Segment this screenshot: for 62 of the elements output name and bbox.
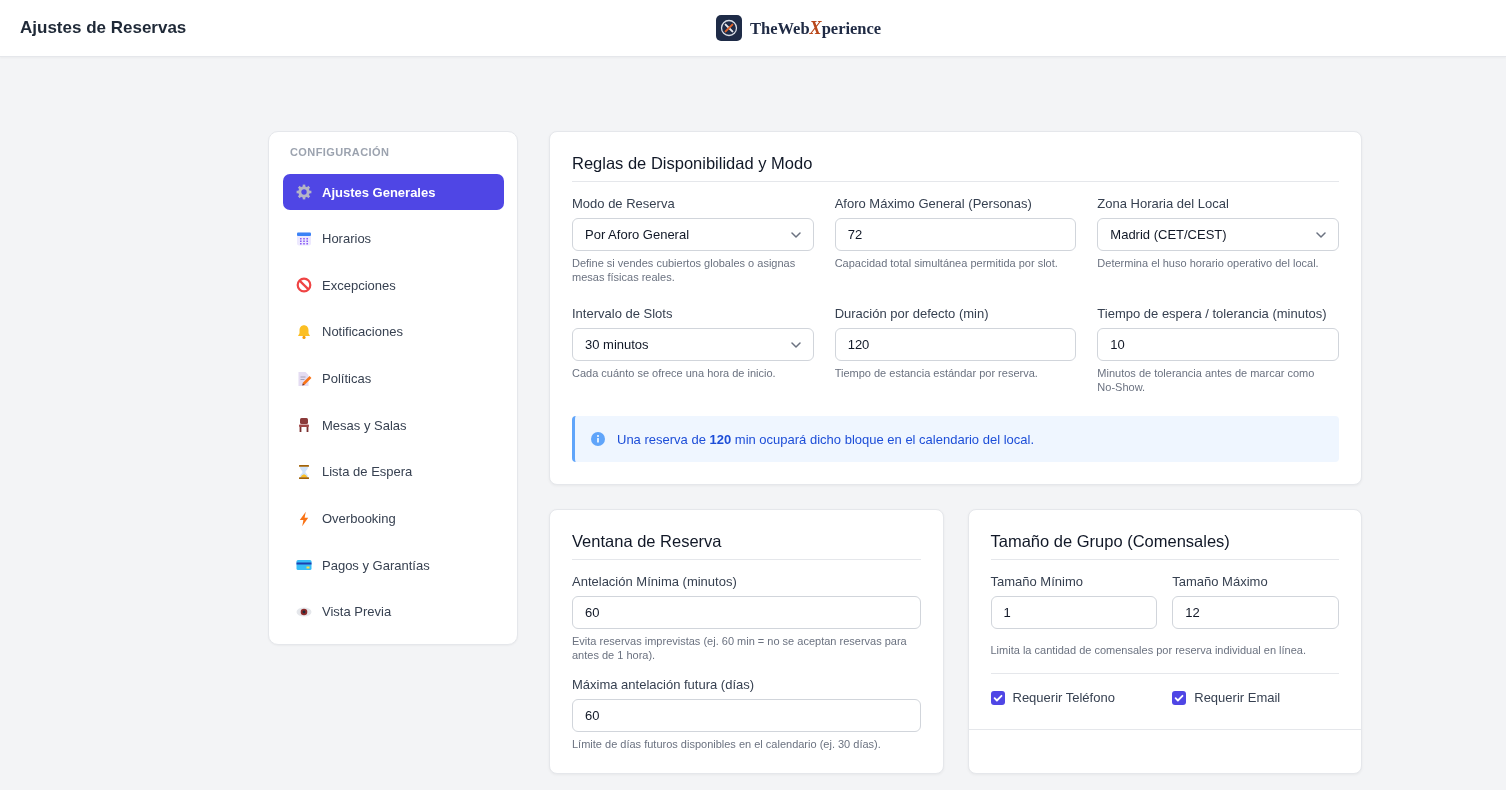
help-text: Capacidad total simultánea permitida por slot.	[834, 256, 1059, 270]
help-text: Cada cuánto se ofrece una hora de inicio.	[572, 366, 777, 380]
field-label: Aforo Máximo General (Personas)	[834, 196, 1032, 212]
hourglass-icon	[296, 463, 312, 480]
field-label: Zona Horaria del Local	[1097, 196, 1229, 212]
document-pencil-icon	[296, 370, 312, 387]
sidebar-item[interactable]: Horarios	[283, 220, 504, 257]
gear-icon	[296, 184, 312, 200]
field-label: Tamaño Máximo	[1172, 574, 1268, 590]
field-label: Tamaño Mínimo	[990, 574, 1083, 590]
chevron-icon	[1316, 231, 1326, 238]
sidebar-item[interactable]: Ajustes Generales	[283, 174, 504, 210]
field-label: Duración por defecto (min)	[834, 306, 989, 322]
logo-icon	[716, 15, 742, 41]
checkbox-label: Requerir Teléfono	[1012, 690, 1115, 705]
help-text: Evita reservas imprevistas (ej. 60 min = no se aceptan reservas para antes de 1 hora).	[572, 634, 908, 662]
text-input[interactable]: 1	[990, 596, 1158, 629]
calendar-icon	[296, 230, 312, 247]
info-icon	[591, 432, 605, 446]
help-text: Determina el huso horario operativo del local.	[1097, 256, 1320, 270]
chevron-icon	[790, 231, 801, 238]
text-input[interactable]: 12	[1172, 596, 1339, 629]
dropdown[interactable]: Madrid (CET/CEST)	[1097, 218, 1339, 251]
text-input[interactable]: 72	[834, 218, 1077, 251]
sidebar-item[interactable]: Excepciones	[283, 267, 504, 304]
checkbox[interactable]	[1172, 690, 1187, 705]
sidebar-item[interactable]: Overbooking	[283, 500, 504, 537]
page-title: Ajustes de Reservas	[20, 18, 187, 38]
chair-icon	[296, 417, 312, 434]
dropdown[interactable]: Por Aforo General	[572, 218, 814, 251]
field-label: Máxima antelación futura (días)	[572, 677, 755, 693]
text-input[interactable]: 10	[1097, 328, 1339, 361]
text-input[interactable]: 120	[834, 328, 1077, 361]
card-title: Reglas de Disponibilidad y Modo	[572, 153, 813, 173]
help-text: Define si vendes cubiertos globales o asignas mesas físicas reales.	[572, 256, 797, 284]
field-label: Intervalo de Slots	[572, 306, 673, 322]
help-text: Minutos de tolerancia antes de marcar como No-Show.	[1097, 366, 1316, 394]
sidebar-item[interactable]: Pagos y Garantías	[283, 547, 504, 584]
help-text: Limita la cantidad de comensales por reserva individual en línea.	[990, 643, 1307, 657]
card-title: Ventana de Reserva	[572, 531, 722, 551]
field-label: Tiempo de espera / tolerancia (minutos)	[1097, 306, 1327, 322]
sidebar-item[interactable]: Políticas	[283, 360, 504, 397]
info-text: Una reserva de 120 min ocupará dicho bloque en el calendario del local.	[617, 431, 1034, 447]
card-title: Tamaño de Grupo (Comensales)	[990, 531, 1230, 551]
text-input[interactable]: 60	[572, 596, 921, 629]
sidebar-item[interactable]: Notificaciones	[283, 313, 504, 350]
bell-icon	[296, 323, 312, 340]
help-text: Tiempo de estancia estándar por reserva.	[834, 366, 1039, 380]
prohibited-icon	[296, 277, 312, 294]
field-label: Modo de Reserva	[572, 196, 675, 212]
checkbox[interactable]	[990, 690, 1005, 705]
sidebar-item[interactable]: Mesas y Salas	[283, 407, 504, 444]
sidebar-heading: CONFIGURACIÓN	[290, 145, 390, 159]
chevron-icon	[790, 341, 801, 348]
field-label: Antelación Mínima (minutos)	[572, 574, 737, 590]
dropdown[interactable]: 30 minutos	[572, 328, 814, 361]
logo-text: TheWebXperience	[750, 17, 882, 39]
checkbox-label: Requerir Email	[1194, 690, 1281, 705]
help-text: Límite de días futuros disponibles en el calendario (ej. 30 días).	[572, 737, 882, 751]
sidebar-item[interactable]: Vista Previa	[283, 593, 504, 630]
text-input[interactable]: 60	[572, 699, 921, 732]
sidebar-item[interactable]: Lista de Espera	[283, 453, 504, 490]
